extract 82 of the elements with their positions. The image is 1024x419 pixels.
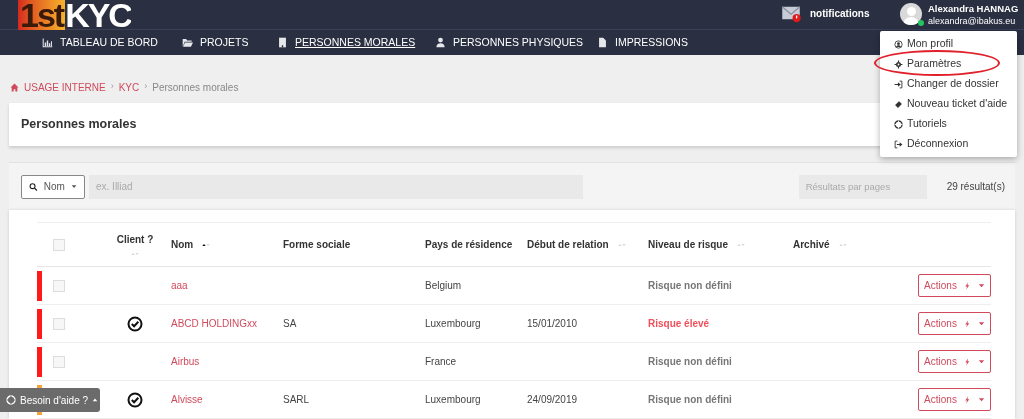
column-header: Pays de résidence [425,238,513,252]
breadcrumb-current: Personnes morales [152,80,239,95]
lifebuoy-icon [6,395,16,405]
page-title: Personnes morales [21,116,137,134]
caret-icon [977,396,985,403]
notifications-label[interactable]: notifications [810,5,870,21]
user-email: alexandra@ibakus.eu [928,15,1017,27]
name-link[interactable]: Airbus [171,356,200,367]
actions-button[interactable]: Actions [918,350,991,373]
row-checkbox[interactable] [53,279,65,292]
ticket-icon [894,99,903,109]
lightning-icon [963,394,971,405]
caret-icon [977,358,985,365]
risk-level: Risque non défini [648,394,732,405]
name-link[interactable]: Alvisse [171,394,203,405]
caret-icon [92,397,99,403]
risk-level: Risque non défini [648,356,732,367]
filter-field-dropdown[interactable]: Nom [21,174,85,199]
result-count: 29 résultat(s) [946,180,1005,194]
nav-link[interactable]: PROJETS [182,34,277,51]
sign-out-icon [894,139,903,149]
breadcrumb-link[interactable]: USAGE INTERNE [24,79,106,95]
menu-item[interactable]: Déconnexion [880,134,1017,154]
table-cell: Luxembourg [425,318,481,329]
select-all-checkbox[interactable] [53,238,65,251]
column-header: Archivé [793,238,830,252]
menu-item[interactable]: Paramètres [880,54,1017,74]
search-icon [29,181,38,192]
column-header: Début de relation [527,238,609,252]
table-cell: Luxembourg [425,394,481,405]
caret-icon [977,282,985,289]
table-cell: SA [283,318,297,329]
lightning-icon [963,280,971,291]
nav-link[interactable]: PERSONNES MORALES [277,34,435,51]
table-cell: France [425,356,457,367]
column-header: Nom [171,238,194,252]
column-header: Forme sociale [283,238,351,252]
search-field[interactable]: ex. Illiad [89,174,583,199]
breadcrumb-link[interactable]: KYC [118,79,140,95]
column-header: Niveau de risque [648,238,729,252]
table-cell: SARL [283,394,310,405]
user-circle-icon [894,39,903,49]
name-link[interactable]: aaa [171,280,188,291]
row-checkbox[interactable] [53,317,65,330]
actions-button[interactable]: Actions [918,312,991,335]
table-cell: 15/01/2010 [527,318,578,329]
caret-icon [977,320,985,327]
column-header: Client ? [116,232,154,247]
building-icon [277,37,288,48]
menu-item[interactable]: Mon profil [880,34,1017,54]
breadcrumb-separator: › [110,80,114,94]
caret-icon [70,183,77,190]
nav-link[interactable]: IMPRESSIONS [597,34,717,51]
nav-link[interactable]: PERSONNES PHYSIQUES [435,34,597,51]
risk-level: Risque élevé [648,318,710,329]
table-cell: Belgium [425,280,462,291]
file-icon [597,37,608,48]
row-checkbox[interactable] [53,355,65,368]
actions-button[interactable]: Actions [918,388,991,411]
lightning-icon [963,318,971,329]
breadcrumb-separator: › [144,80,148,94]
actions-button[interactable]: Actions [918,274,991,297]
table-cell: 24/09/2019 [527,394,578,405]
sign-in-icon [894,79,903,89]
settings-icon [894,59,903,69]
help-menu[interactable]: Besoin d'aide ? [0,388,100,412]
user-name: Alexandra HANNAG [928,3,1019,15]
lifebuoy-icon [894,119,903,129]
home-icon [10,82,19,92]
avatar[interactable] [900,3,922,25]
logo-text: KYC [65,0,131,30]
menu-item[interactable]: Nouveau ticket d'aide [880,94,1017,114]
risk-level: Risque non défini [648,280,732,291]
user-icon [435,37,446,48]
nav-link[interactable]: TABLEAU DE BORD [42,34,182,51]
menu-item[interactable]: Changer de dossier [880,74,1017,94]
logo-text: 1st [18,0,66,30]
name-link[interactable]: ABCD HOLDINGxx [171,318,258,329]
folder-icon [182,37,193,48]
menu-item[interactable]: Tutoriels [880,114,1017,134]
lightning-icon [963,356,971,367]
chart-icon [42,37,53,48]
